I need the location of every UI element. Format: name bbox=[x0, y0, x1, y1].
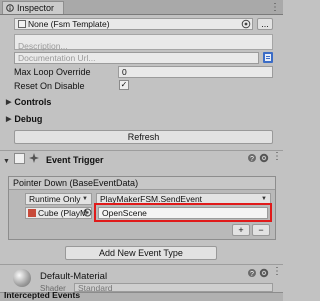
fsm-template-value: None (Fsm Template) bbox=[28, 19, 110, 29]
description-field[interactable]: Description... bbox=[14, 34, 273, 51]
foldout-arrow-icon: ▶ bbox=[6, 99, 12, 106]
help-icon[interactable]: ? bbox=[247, 268, 257, 280]
controls-label: Controls bbox=[14, 97, 52, 107]
event-trigger-icon bbox=[28, 152, 40, 166]
dropdown-arrow-icon: ▼ bbox=[82, 196, 88, 202]
material-name: Default-Material bbox=[40, 271, 108, 282]
max-loop-value: 0 bbox=[122, 67, 127, 77]
help-icon[interactable]: ? bbox=[247, 153, 257, 165]
object-picker-icon[interactable] bbox=[241, 19, 251, 31]
foldout-arrow-icon: ▶ bbox=[6, 116, 12, 123]
playmaker-icon bbox=[28, 209, 36, 217]
material-preview-icon bbox=[13, 269, 31, 287]
inspector-tab[interactable]: Inspector bbox=[2, 1, 64, 14]
documentation-url-field[interactable]: Documentation Url... bbox=[14, 52, 259, 64]
debug-label: Debug bbox=[14, 114, 43, 124]
documentation-url-placeholder: Documentation Url... bbox=[18, 53, 96, 63]
target-object-field[interactable]: Cube (PlayM bbox=[25, 207, 92, 219]
kebab-menu-icon[interactable]: ⋮ bbox=[272, 266, 282, 277]
add-entry-button[interactable]: + bbox=[232, 224, 250, 236]
add-new-event-type-button[interactable]: Add New Event Type bbox=[65, 246, 217, 260]
refresh-button[interactable]: Refresh bbox=[14, 130, 273, 144]
fsm-template-field[interactable]: None (Fsm Template) bbox=[14, 18, 253, 30]
debug-foldout[interactable]: ▶ Debug bbox=[6, 114, 42, 124]
foldout-arrow-icon[interactable]: ▼ bbox=[3, 155, 10, 165]
help-book-icon[interactable] bbox=[263, 52, 273, 63]
controls-foldout[interactable]: ▶ Controls bbox=[6, 97, 51, 107]
shader-value: Standard bbox=[78, 282, 113, 293]
pointer-down-label: Pointer Down (BaseEventData) bbox=[13, 178, 139, 188]
event-argument-field[interactable]: OpenScene bbox=[98, 207, 268, 219]
max-loop-input[interactable]: 0 bbox=[118, 66, 273, 78]
remove-entry-button[interactable]: − bbox=[252, 224, 270, 236]
pointer-down-header: Pointer Down (BaseEventData) bbox=[9, 177, 275, 190]
intercepted-events-label[interactable]: Intercepted Events bbox=[4, 291, 80, 300]
target-object-value: Cube (PlayM bbox=[38, 208, 88, 218]
shader-dropdown[interactable]: Standard bbox=[74, 282, 273, 293]
template-more-button[interactable]: ... bbox=[257, 18, 273, 30]
divider bbox=[0, 264, 283, 265]
settings-icon[interactable] bbox=[259, 153, 269, 165]
runtime-mode-value: Runtime Only bbox=[29, 194, 81, 204]
svg-text:?: ? bbox=[250, 271, 254, 278]
kebab-menu-icon[interactable]: ⋮ bbox=[270, 2, 280, 13]
event-trigger-title: Event Trigger bbox=[46, 155, 104, 165]
kebab-menu-icon[interactable]: ⋮ bbox=[272, 151, 282, 162]
event-argument-value: OpenScene bbox=[102, 208, 147, 218]
inspector-tab-label: Inspector bbox=[17, 3, 55, 13]
reset-on-disable-label: Reset On Disable bbox=[14, 81, 85, 91]
max-loop-label: Max Loop Override bbox=[14, 67, 91, 77]
svg-text:?: ? bbox=[250, 156, 254, 163]
settings-icon[interactable] bbox=[259, 268, 269, 280]
runtime-mode-dropdown[interactable]: Runtime Only ▼ bbox=[25, 193, 92, 205]
component-enabled-checkbox[interactable] bbox=[14, 153, 25, 166]
info-icon bbox=[6, 4, 14, 12]
reset-on-disable-checkbox[interactable]: ✓ bbox=[119, 80, 129, 90]
divider bbox=[0, 150, 283, 151]
template-object-icon bbox=[18, 20, 26, 28]
object-picker-icon[interactable] bbox=[83, 208, 92, 219]
checkmark-icon: ✓ bbox=[120, 80, 128, 89]
dropdown-arrow-icon: ▼ bbox=[261, 196, 267, 202]
description-placeholder: Description... bbox=[18, 41, 68, 51]
